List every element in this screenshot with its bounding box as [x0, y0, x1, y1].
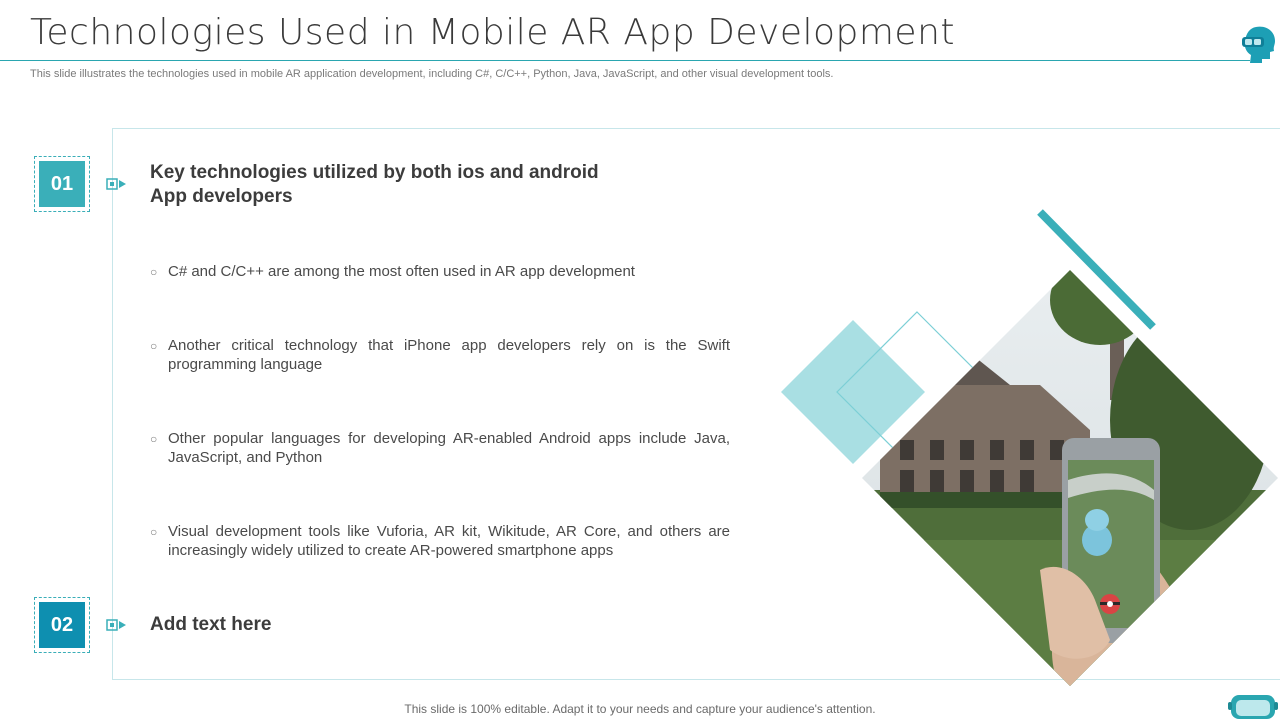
arrow-right-icon	[106, 178, 126, 190]
ar-phone-photo-graphic	[781, 209, 1278, 686]
slide-subtitle: This slide illustrates the technologies …	[30, 68, 834, 80]
bullet-marker: ○	[150, 265, 158, 279]
bullet-marker: ○	[150, 525, 158, 539]
bullet-text: Another critical technology that iPhone …	[168, 337, 730, 373]
vr-headset-head-icon	[1242, 26, 1275, 63]
title-rule	[0, 60, 1250, 61]
section-number: 01	[39, 161, 85, 207]
vr-goggles-icon	[1228, 695, 1278, 719]
section-number-box: 01	[34, 156, 90, 212]
bullet-text: Visual development tools like Vuforia, A…	[168, 523, 730, 559]
section-number-box: 02	[34, 597, 90, 653]
list-item: ○ Visual development tools like Vuforia,…	[150, 522, 730, 560]
photo	[862, 270, 1278, 686]
bullet-marker: ○	[150, 432, 158, 446]
slide-title: Technologies Used in Mobile AR App Devel…	[30, 12, 956, 53]
list-item: ○ Another critical technology that iPhon…	[150, 336, 730, 374]
slide-footer: This slide is 100% editable. Adapt it to…	[404, 702, 876, 716]
bullet-text: Other popular languages for developing A…	[168, 430, 730, 466]
section-number: 02	[39, 602, 85, 648]
list-item: ○ Other popular languages for developing…	[150, 429, 730, 467]
list-item: ○ C# and C/C++ are among the most often …	[150, 262, 730, 281]
bullet-marker: ○	[150, 339, 158, 353]
section-heading: Key technologies utilized by both ios an…	[150, 162, 599, 207]
section-heading: Add text here	[150, 614, 272, 635]
bullet-text: C# and C/C++ are among the most often us…	[168, 263, 635, 280]
arrow-right-icon	[106, 619, 126, 631]
